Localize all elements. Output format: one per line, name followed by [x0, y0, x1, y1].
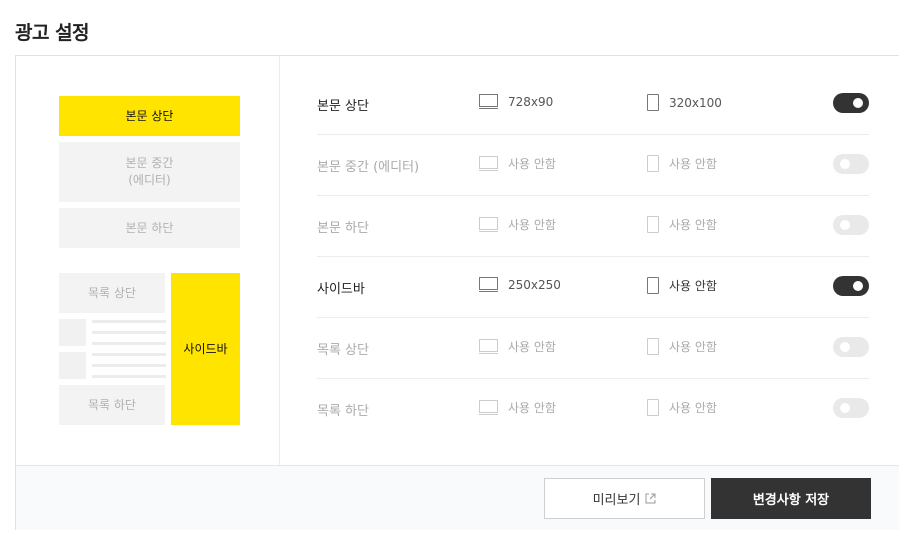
mobile-size-value: 사용 안함 — [669, 157, 717, 171]
toggle-knob — [840, 403, 850, 413]
ad-row-body-middle: 본문 중간 (에디터) 사용 안함 사용 안함 — [317, 135, 869, 196]
ad-row-label: 목록 하단 — [317, 404, 369, 419]
save-changes-button[interactable]: 변경사항 저장 — [711, 478, 871, 519]
ad-slot-settings: 본문 상단 728x90 320x100 본문 중간 (에디터) 사용 안함 사… — [281, 56, 899, 465]
preview-list-line — [92, 364, 166, 367]
mobile-phone-icon — [647, 399, 659, 416]
pc-size-value: 사용 안함 — [508, 340, 556, 354]
mobile-size-value: 사용 안함 — [669, 401, 717, 415]
toggle-knob — [840, 342, 850, 352]
ad-row-body-top: 본문 상단 728x90 320x100 — [317, 74, 869, 135]
pc-size-value: 사용 안함 — [508, 401, 556, 415]
mobile-phone-icon — [647, 155, 659, 172]
toggle-knob — [840, 159, 850, 169]
preview-sidebar: 사이드바 — [171, 273, 240, 425]
monitor-icon — [479, 277, 498, 293]
mobile-phone-icon — [647, 94, 659, 111]
ad-toggle-sidebar[interactable] — [833, 276, 869, 296]
monitor-icon — [479, 155, 498, 172]
pc-size: 사용 안함 — [479, 155, 556, 172]
external-link-icon — [645, 493, 656, 504]
toggle-knob — [853, 98, 863, 108]
pc-size-value: 250x250 — [508, 278, 561, 292]
ad-toggle-body-top[interactable] — [833, 93, 869, 113]
preview-list-line — [92, 375, 166, 378]
monitor-icon — [479, 338, 498, 355]
preview-list-top: 목록 상단 — [59, 273, 165, 313]
ad-row-label: 사이드바 — [317, 282, 365, 297]
preview-list-line — [92, 353, 166, 356]
ad-toggle-body-middle[interactable] — [833, 154, 869, 174]
pc-size: 사용 안함 — [479, 399, 556, 416]
ad-row-body-bottom: 본문 하단 사용 안함 사용 안함 — [317, 196, 869, 257]
preview-list-line — [92, 342, 166, 345]
ad-row-label: 목록 상단 — [317, 343, 369, 358]
ad-toggle-list-bottom[interactable] — [833, 398, 869, 418]
mobile-size: 사용 안함 — [647, 277, 717, 294]
pc-size: 사용 안함 — [479, 338, 556, 355]
mobile-size-value: 사용 안함 — [669, 340, 717, 354]
mobile-size-value: 사용 안함 — [669, 218, 717, 232]
preview-body-middle-label: 본문 중간 (에디터) — [125, 156, 174, 187]
ad-row-label: 본문 상단 — [317, 99, 369, 114]
mobile-size-value: 사용 안함 — [669, 279, 717, 293]
preview-button-label: 미리보기 — [592, 493, 641, 508]
pc-size-value: 728x90 — [508, 95, 554, 109]
ad-row-list-top: 목록 상단 사용 안함 사용 안함 — [317, 318, 869, 379]
toggle-knob — [840, 220, 850, 230]
pc-size-value: 사용 안함 — [508, 218, 556, 232]
monitor-icon — [479, 216, 498, 233]
ad-row-list-bottom: 목록 하단 사용 안함 사용 안함 — [317, 379, 869, 440]
pc-size: 사용 안함 — [479, 216, 556, 233]
mobile-size: 320x100 — [647, 94, 722, 111]
preview-list-line — [92, 320, 166, 323]
preview-list-thumb — [59, 319, 86, 346]
mobile-phone-icon — [647, 277, 659, 294]
ad-settings-panel: 본문 상단 본문 중간 (에디터) 본문 하단 목록 상단 목록 하단 사이드바… — [15, 55, 899, 530]
preview-body-bottom: 본문 하단 — [59, 208, 240, 248]
monitor-icon — [479, 94, 498, 110]
panel-footer: 미리보기 변경사항 저장 — [16, 465, 899, 530]
mobile-size: 사용 안함 — [647, 155, 717, 172]
layout-preview: 본문 상단 본문 중간 (에디터) 본문 하단 목록 상단 목록 하단 사이드바 — [16, 56, 280, 465]
preview-list-bottom: 목록 하단 — [59, 385, 165, 425]
preview-body-middle: 본문 중간 (에디터) — [59, 142, 240, 202]
mobile-size-value: 320x100 — [669, 95, 722, 110]
ad-row-label: 본문 하단 — [317, 221, 369, 236]
mobile-phone-icon — [647, 216, 659, 233]
mobile-phone-icon — [647, 338, 659, 355]
monitor-icon — [479, 399, 498, 416]
page-title: 광고 설정 — [15, 22, 90, 44]
toggle-knob — [853, 281, 863, 291]
pc-size: 728x90 — [479, 94, 553, 110]
pc-size-value: 사용 안함 — [508, 157, 556, 171]
mobile-size: 사용 안함 — [647, 216, 717, 233]
ad-row-label: 본문 중간 (에디터) — [317, 160, 420, 175]
preview-list-thumb — [59, 352, 86, 379]
ad-toggle-body-bottom[interactable] — [833, 215, 869, 235]
ad-row-sidebar: 사이드바 250x250 사용 안함 — [317, 257, 869, 318]
pc-size: 250x250 — [479, 277, 561, 293]
ad-toggle-list-top[interactable] — [833, 337, 869, 357]
panel-body: 본문 상단 본문 중간 (에디터) 본문 하단 목록 상단 목록 하단 사이드바… — [16, 56, 899, 465]
preview-button[interactable]: 미리보기 — [544, 478, 705, 519]
preview-body-top: 본문 상단 — [59, 96, 240, 136]
mobile-size: 사용 안함 — [647, 399, 717, 416]
preview-list-line — [92, 331, 166, 334]
mobile-size: 사용 안함 — [647, 338, 717, 355]
